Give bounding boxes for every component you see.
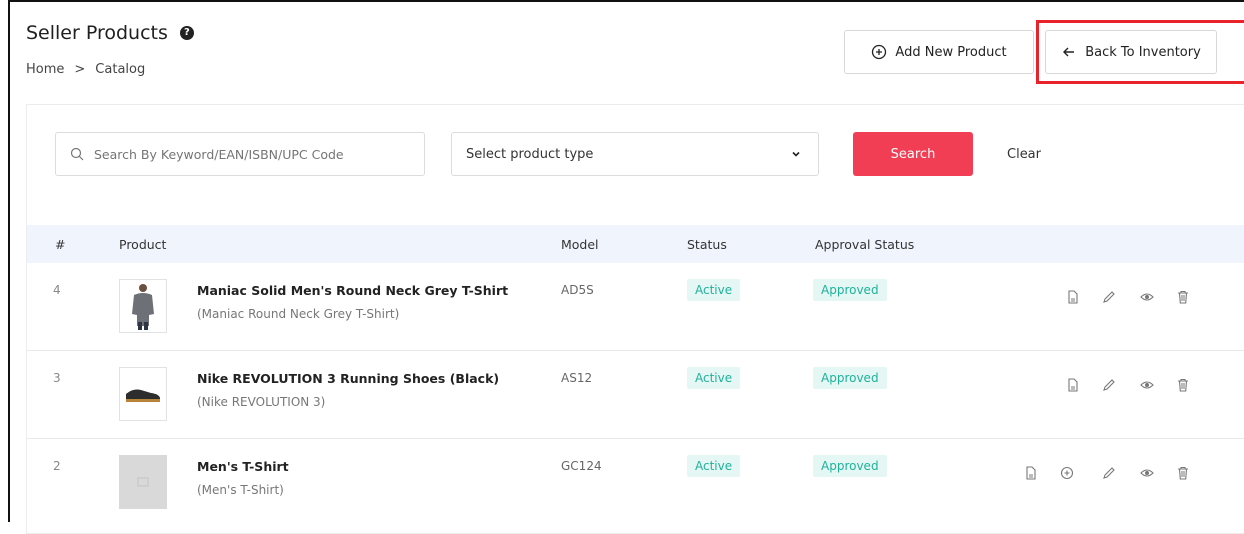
approval-badge: Approved [813,367,887,389]
placeholder-image [137,477,149,487]
status-badge: Active [687,455,741,477]
row-number: 4 [53,283,61,297]
search-button[interactable]: Search [853,132,973,176]
product-thumbnail[interactable] [119,455,167,509]
approval-badge: Approved [813,455,887,477]
plus-circle-icon[interactable] [1057,463,1077,483]
product-type-select[interactable]: Select product type [451,132,819,176]
edit-pencil-icon[interactable] [1099,287,1119,307]
product-model: AS12 [561,371,593,385]
trash-icon[interactable] [1173,287,1193,307]
column-number: # [55,237,66,252]
back-to-inventory-button[interactable]: Back To Inventory [1045,30,1217,74]
breadcrumb-home[interactable]: Home [26,62,64,77]
add-new-product-label: Add New Product [895,44,1007,60]
clear-button[interactable]: Clear [1007,132,1041,176]
breadcrumb-separator: > [74,62,86,77]
document-icon[interactable] [1021,463,1041,483]
product-name[interactable]: Men's T-Shirt [197,459,289,474]
product-model: GC124 [561,459,602,473]
product-name[interactable]: Nike REVOLUTION 3 Running Shoes (Black) [197,371,499,386]
approval-badge: Approved [813,279,887,301]
eye-icon[interactable] [1137,375,1157,395]
document-icon[interactable] [1063,375,1083,395]
product-thumbnail[interactable] [119,367,167,421]
column-product: Product [119,237,167,252]
chevron-down-icon [792,151,800,157]
page-title-text: Seller Products [26,22,168,44]
search-input[interactable] [94,146,394,162]
table-row: 3 Nike REVOLUTION 3 Running Shoes (Black… [27,351,1244,439]
product-type-select-label: Select product type [466,146,594,162]
edit-pencil-icon[interactable] [1099,375,1119,395]
black-shoe-image [126,389,160,402]
trash-icon[interactable] [1173,463,1193,483]
eye-icon[interactable] [1137,287,1157,307]
row-number: 2 [53,459,61,473]
row-number: 3 [53,371,61,385]
page-frame: Seller Products ? Home > Catalog Add New… [8,0,1244,534]
column-approval-status: Approval Status [815,237,915,252]
status-badge: Active [687,279,741,301]
product-subtitle: (Men's T-Shirt) [197,483,284,497]
eye-icon[interactable] [1137,463,1157,483]
table-row: 4 Maniac Solid Men's Round Neck Grey T-S… [27,263,1244,351]
grey-tshirt-person-image [132,284,154,330]
breadcrumb: Home > Catalog [26,62,145,77]
product-thumbnail[interactable] [119,279,167,333]
back-to-inventory-label: Back To Inventory [1085,44,1201,60]
arrow-left-icon [1063,47,1075,57]
breadcrumb-catalog[interactable]: Catalog [95,62,145,77]
product-model: AD5S [561,283,594,297]
product-name[interactable]: Maniac Solid Men's Round Neck Grey T-Shi… [197,283,508,298]
plus-circle-icon [872,44,887,60]
products-card: Select product type Search Clear # Produ… [26,104,1244,534]
product-subtitle: (Nike REVOLUTION 3) [197,395,326,409]
column-model: Model [561,237,599,252]
page-title: Seller Products ? [26,22,194,44]
product-subtitle: (Maniac Round Neck Grey T-Shirt) [197,307,400,321]
help-icon[interactable]: ? [179,26,194,40]
table-row: 2 Men's T-Shirt (Men's T-Shirt) GC124 Ac… [27,439,1244,527]
document-icon[interactable] [1063,287,1083,307]
trash-icon[interactable] [1173,375,1193,395]
status-badge: Active [687,367,741,389]
column-status: Status [687,237,727,252]
edit-pencil-icon[interactable] [1099,463,1119,483]
table-header: # Product Model Status Approval Status [27,225,1244,263]
search-icon [70,147,84,161]
add-new-product-button[interactable]: Add New Product [844,30,1034,74]
search-field[interactable] [55,132,425,176]
